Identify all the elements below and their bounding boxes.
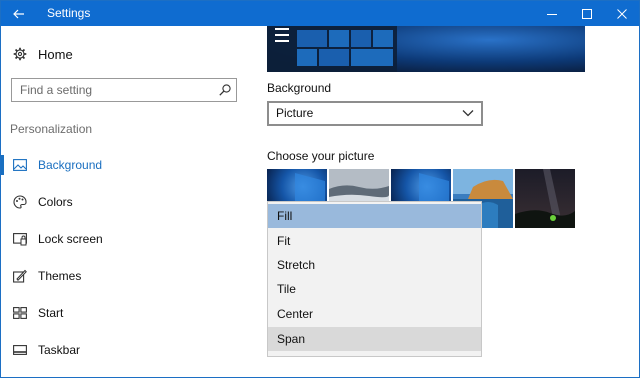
home-link[interactable]: Home (13, 44, 73, 64)
fit-dropdown-menu: Fill Fit Stretch Tile Center Span (267, 201, 482, 357)
window-title: Settings (47, 6, 91, 20)
minimize-icon (547, 13, 557, 15)
search-input[interactable] (12, 79, 220, 101)
sidebar-item-label: Themes (38, 269, 82, 283)
close-button[interactable] (607, 1, 637, 26)
taskbar-icon (13, 343, 27, 357)
lock-screen-icon (13, 232, 27, 246)
picture-thumbnail-5[interactable] (515, 169, 575, 228)
sidebar-item-background[interactable]: Background (1, 152, 251, 178)
sidebar-item-label: Start (38, 306, 64, 320)
start-icon (13, 306, 27, 320)
search-box (11, 78, 237, 102)
settings-window: Settings Home Find a setting Personaliza… (0, 0, 640, 378)
back-button[interactable] (1, 1, 37, 26)
sidebar-item-label: Background (38, 158, 103, 172)
palette-icon (13, 195, 27, 209)
themes-icon (13, 269, 27, 283)
home-label: Home (38, 46, 73, 62)
chevron-down-icon (462, 110, 474, 117)
sidebar-item-colors[interactable]: Colors (1, 189, 251, 215)
fit-option-fill[interactable]: Fill (268, 204, 481, 228)
gear-icon (13, 47, 27, 61)
fit-option-span[interactable]: Span (268, 327, 481, 351)
selection-indicator (1, 155, 4, 175)
background-select[interactable]: Picture (267, 101, 483, 126)
close-icon (617, 8, 627, 19)
search-icon[interactable] (219, 84, 231, 96)
picture-icon (13, 158, 27, 172)
background-select-value: Picture (276, 106, 314, 120)
background-label: Background (267, 81, 332, 95)
maximize-icon (582, 8, 592, 19)
sidebar: Home Personalization Background Colors (1, 26, 251, 377)
minimize-button[interactable] (537, 1, 567, 26)
sidebar-item-start[interactable]: Start (1, 300, 251, 326)
back-arrow-icon (13, 9, 24, 18)
fit-option-fit[interactable]: Fit (268, 229, 481, 253)
section-heading: Personalization (10, 122, 93, 136)
sidebar-item-taskbar[interactable]: Taskbar (1, 337, 251, 363)
desktop-preview (267, 26, 585, 72)
choose-picture-label: Choose your picture (267, 149, 375, 163)
fit-option-center[interactable]: Center (268, 302, 481, 326)
sidebar-item-label: Taskbar (38, 343, 81, 357)
fit-option-stretch[interactable]: Stretch (268, 253, 481, 277)
sidebar-item-themes[interactable]: Themes (1, 263, 251, 289)
sidebar-item-label: Colors (38, 195, 73, 209)
maximize-button[interactable] (572, 1, 602, 26)
title-bar: Settings (1, 1, 639, 26)
fit-option-tile[interactable]: Tile (268, 277, 481, 301)
sidebar-item-lock-screen[interactable]: Lock screen (1, 226, 251, 252)
sidebar-item-label: Lock screen (38, 232, 103, 246)
